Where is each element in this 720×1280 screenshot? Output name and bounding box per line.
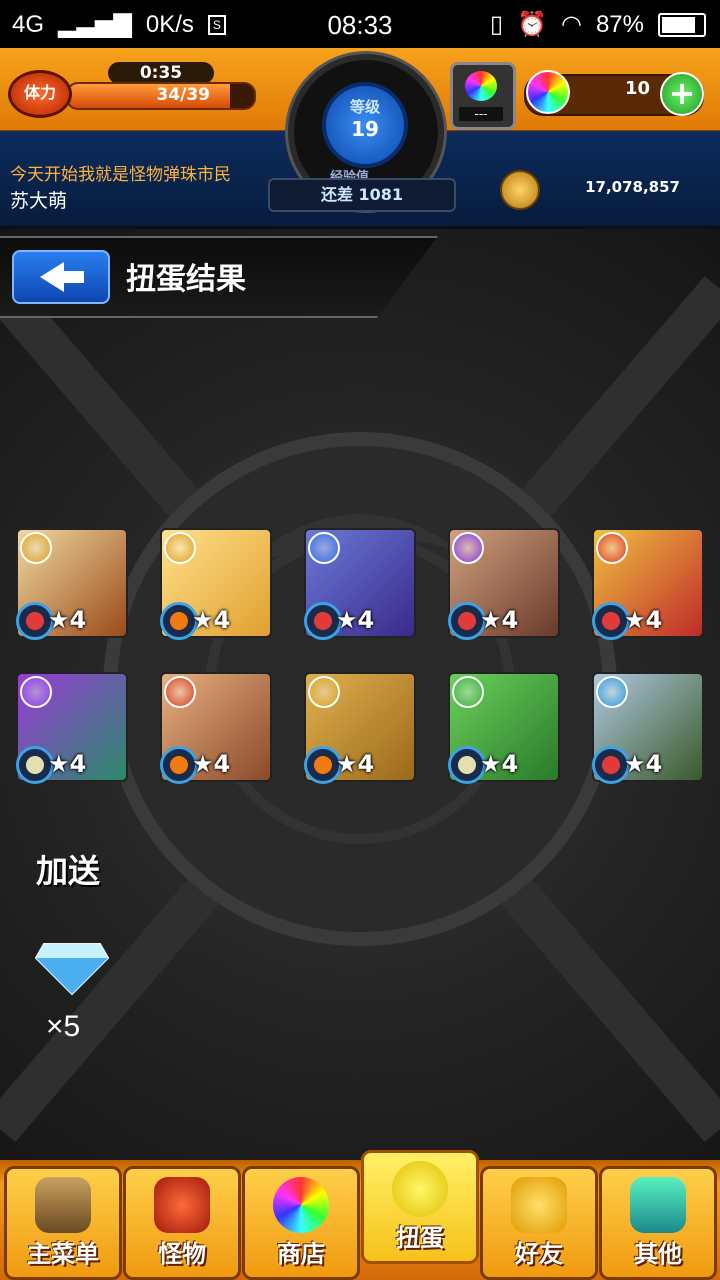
nav-gate[interactable]: 主菜单	[4, 1166, 122, 1280]
rarity-stars: ★4	[480, 750, 519, 778]
rarity-stars: ★4	[48, 750, 87, 778]
monster-card[interactable]: ★4	[448, 672, 560, 784]
rarity-stars: ★4	[48, 606, 87, 634]
egg-icon	[392, 1161, 448, 1217]
rainbow-orb-icon	[526, 70, 570, 114]
friends-icon	[511, 1177, 567, 1233]
nav-label: 扭蛋	[396, 1224, 444, 1252]
stamina-value: 34/39	[156, 85, 210, 105]
player-name: 苏大萌	[10, 190, 68, 212]
level-core: 等级 19	[322, 82, 408, 168]
rarity-stars: ★4	[336, 606, 375, 634]
egg-ball-icon	[465, 71, 497, 101]
gate-icon	[35, 1177, 91, 1233]
stamina-bar: 34/39	[66, 82, 256, 110]
monster-card[interactable]: ★4	[592, 528, 704, 640]
nav-label: 商店	[277, 1240, 325, 1268]
attribute-icon	[308, 532, 340, 564]
battery-icon	[658, 12, 706, 37]
nav-label: 其他	[634, 1240, 682, 1268]
rarity-stars: ★4	[336, 750, 375, 778]
nav-label: 主菜单	[27, 1240, 99, 1268]
nav-orb[interactable]: 商店	[242, 1166, 360, 1280]
back-arrow-icon	[40, 262, 64, 292]
monster-card[interactable]: ★4	[160, 528, 272, 640]
back-button[interactable]	[12, 250, 110, 304]
egg-stock-button[interactable]: ---	[450, 62, 516, 130]
monster-card[interactable]: ★4	[448, 528, 560, 640]
monster-card[interactable]: ★4	[304, 672, 416, 784]
status-bar: 4G ▂▃▅▇ 0K/s S 08:33 ▯ ⏰ ◠ 87%	[0, 0, 720, 48]
rarity-stars: ★4	[192, 750, 231, 778]
battery-percent: 87%	[595, 10, 644, 38]
coin-count: 17,078,857	[585, 178, 680, 196]
diamond-icon	[34, 943, 110, 996]
monster-card[interactable]: ★4	[160, 672, 272, 784]
attribute-icon	[20, 532, 52, 564]
monster-card[interactable]: ★4	[16, 528, 128, 640]
other-icon	[630, 1177, 686, 1233]
nav-monster[interactable]: 怪物	[123, 1166, 241, 1280]
monster-card[interactable]: ★4	[16, 672, 128, 784]
wifi-icon: ◠	[561, 11, 582, 38]
nav-friends[interactable]: 好友	[480, 1166, 598, 1280]
exp-remaining: 还差 1081	[268, 178, 456, 212]
add-gem-button[interactable]: +	[660, 72, 704, 116]
nav-label: 怪物	[158, 1240, 206, 1268]
page-title: 扭蛋结果	[126, 262, 246, 297]
attribute-icon	[452, 532, 484, 564]
nav-label: 好友	[515, 1240, 563, 1268]
orb-icon	[273, 1177, 329, 1233]
gem-count: 10	[624, 78, 650, 99]
alarm-icon: ⏰	[517, 11, 547, 38]
attribute-icon	[308, 676, 340, 708]
monster-card[interactable]: ★4	[592, 672, 704, 784]
attribute-icon	[164, 532, 196, 564]
monster-card[interactable]: ★4	[304, 528, 416, 640]
rarity-stars: ★4	[624, 606, 663, 634]
stamina-timer: 0:35	[108, 62, 214, 84]
attribute-icon	[452, 676, 484, 708]
attribute-icon	[596, 676, 628, 708]
vibrate-icon: ▯	[489, 11, 504, 38]
egg-count: ---	[459, 107, 503, 121]
stamina-icon: 体力	[8, 70, 72, 118]
attribute-icon	[596, 532, 628, 564]
player-title: 今天开始我就是怪物弹珠市民	[10, 165, 231, 185]
rarity-stars: ★4	[480, 606, 519, 634]
nav-other[interactable]: 其他	[599, 1166, 717, 1280]
back-arrow-shaft	[62, 271, 84, 283]
attribute-icon	[164, 676, 196, 708]
monster-icon	[154, 1177, 210, 1233]
level-value: 19	[351, 117, 379, 141]
bonus-label: 加送	[36, 852, 101, 890]
level-label: 等级	[349, 98, 380, 116]
rarity-stars: ★4	[624, 750, 663, 778]
bonus-count: ×5	[46, 1010, 81, 1043]
coin-icon	[500, 170, 540, 210]
nav-egg[interactable]: 扭蛋	[361, 1150, 479, 1264]
attribute-icon	[20, 676, 52, 708]
rarity-stars: ★4	[192, 606, 231, 634]
